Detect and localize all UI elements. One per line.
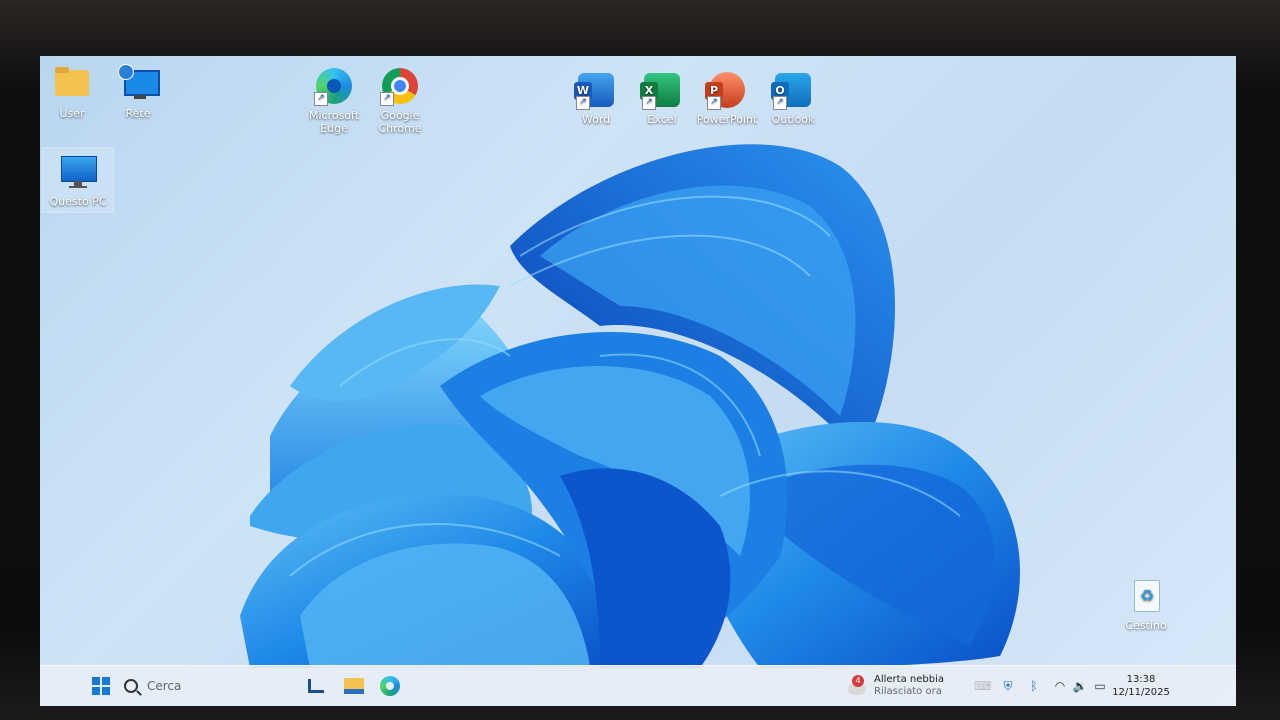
desktop-icon-label: PowerPoint (696, 113, 758, 126)
outlook-icon: O ↗ (771, 70, 813, 110)
shortcut-arrow-icon: ↗ (642, 96, 656, 110)
taskbar-edge[interactable] (380, 666, 400, 706)
shortcut-arrow-icon: ↗ (707, 96, 721, 110)
weather-widget[interactable]: 4 Allerta nebbia Rilasciato ora (846, 666, 944, 706)
clock-date: 12/11/2025 (1112, 687, 1170, 698)
windows-logo-icon (92, 677, 110, 695)
shortcut-arrow-icon: ↗ (380, 92, 394, 106)
tray-item[interactable]: ◠ (1052, 666, 1068, 706)
search-icon (124, 679, 138, 693)
desktop-icon-edge[interactable]: ↗ Microsoft Edge (299, 66, 369, 135)
this-pc-icon (58, 152, 98, 192)
search-box[interactable]: Cerca (124, 666, 274, 706)
clock[interactable]: 13:38 12/11/2025 (1112, 666, 1170, 706)
weather-alert-icon: 4 (846, 675, 868, 697)
tray-item[interactable]: 🔉 (1072, 666, 1088, 706)
desktop-icon-recycle-bin[interactable]: ♻ Cestino (1111, 576, 1181, 632)
language-icon: ⌨ (974, 679, 992, 693)
shortcut-arrow-icon: ↗ (576, 96, 590, 110)
desktop-icon-label: Questo PC (49, 195, 107, 208)
edge-icon: ↗ (314, 66, 354, 106)
desktop-icon-label: Google Chrome (378, 109, 422, 135)
bluetooth-icon: ᛒ (1030, 679, 1038, 693)
taskbar-file-explorer[interactable] (344, 666, 364, 706)
desktop-icon-outlook[interactable]: O ↗ Outlook (758, 70, 828, 126)
alert-badge: 4 (852, 675, 864, 687)
volume-icon: 🔉 (1072, 679, 1088, 693)
tray-item[interactable]: ⌨ (974, 666, 992, 706)
taskbar: Cerca 4 Allerta nebbia Rilasciato ora ⌨ … (40, 665, 1236, 706)
desktop-icon-label: Microsoft Edge (308, 109, 360, 135)
task-view-icon (308, 679, 324, 693)
desktop-icon-powerpoint[interactable]: P ↗ PowerPoint (692, 70, 762, 126)
tray-item[interactable]: ▭ (1092, 666, 1108, 706)
chrome-icon: ↗ (380, 66, 420, 106)
desktop-icon-chrome[interactable]: ↗ Google Chrome (365, 66, 435, 135)
desktop-icon-label: Word (581, 113, 611, 126)
tray-item[interactable]: ᛒ (1026, 666, 1042, 706)
word-icon: W ↗ (574, 70, 616, 110)
desktop-icon-label: User (59, 107, 85, 120)
powerpoint-icon: P ↗ (705, 70, 747, 110)
taskbar-widgets-button[interactable] (308, 666, 324, 706)
start-button[interactable] (92, 666, 110, 706)
file-explorer-icon (344, 678, 364, 694)
search-placeholder: Cerca (147, 679, 182, 693)
tray-item[interactable]: ⛨ (1000, 666, 1016, 706)
desktop-icon-label: Excel (647, 113, 677, 126)
desktop-icon-label: Cestino (1125, 619, 1167, 632)
desktop-icon-label: Outlook (771, 113, 815, 126)
desktop-icon-excel[interactable]: X ↗ Excel (627, 70, 697, 126)
folder-icon (52, 64, 92, 104)
shield-icon: ⛨ (1003, 679, 1013, 693)
network-icon (118, 64, 160, 104)
battery-icon: ▭ (1094, 679, 1106, 693)
clock-time: 13:38 (1126, 674, 1156, 685)
desktop-icon-network[interactable]: Rete (103, 64, 173, 120)
wallpaper-bloom (240, 144, 1020, 668)
desktop-icon-label: Rete (125, 107, 151, 120)
recycle-bin-icon: ♻ (1126, 576, 1166, 616)
desktop-icon-this-pc[interactable]: Questo PC (42, 147, 114, 213)
desktop-icon-user[interactable]: User (40, 64, 107, 120)
wifi-icon: ◠ (1054, 679, 1066, 693)
edge-icon (380, 676, 400, 696)
desktop-icon-word[interactable]: W ↗ Word (561, 70, 631, 126)
shortcut-arrow-icon: ↗ (773, 96, 787, 110)
weather-subtitle: Rilasciato ora (874, 686, 942, 697)
weather-title: Allerta nebbia (874, 674, 944, 685)
desktop-screen: User Rete ↗ Microsoft Edge ↗ Google Chro… (40, 56, 1236, 706)
excel-icon: X ↗ (640, 70, 682, 110)
shortcut-arrow-icon: ↗ (314, 92, 328, 106)
